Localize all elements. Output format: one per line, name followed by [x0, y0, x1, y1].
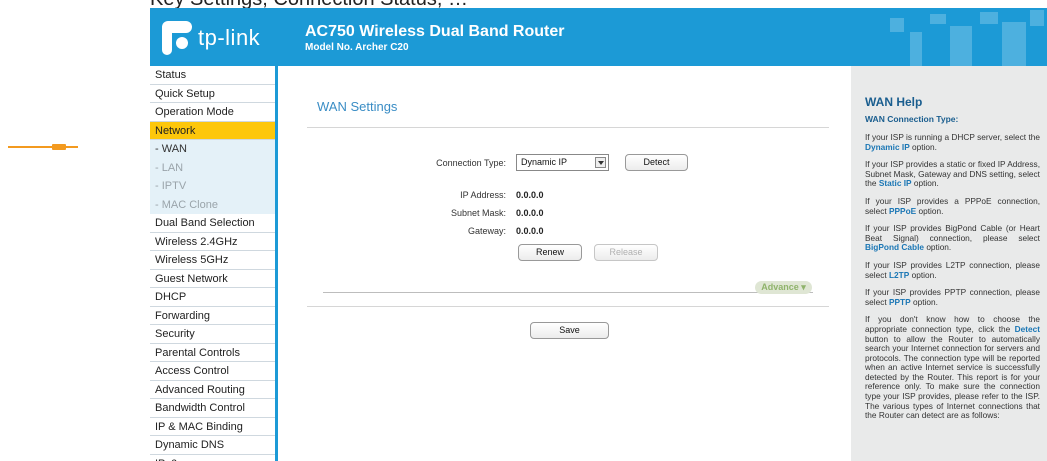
- help-text: option.: [909, 269, 937, 280]
- advance-divider: [323, 292, 813, 293]
- page-title: WAN Settings: [317, 99, 398, 114]
- sidebar-item-operation-mode[interactable]: Operation Mode: [150, 103, 275, 122]
- tp-link-logo: tp-link: [162, 18, 260, 58]
- help-keyword: Detect: [1014, 323, 1040, 334]
- sidebar-item-forwarding[interactable]: Forwarding: [150, 306, 275, 325]
- help-paragraph: If your ISP provides PPTP connection, pl…: [865, 287, 1040, 307]
- ip-address-value: 0.0.0.0: [516, 190, 544, 200]
- subnet-mask-value: 0.0.0.0: [516, 208, 544, 218]
- orange-pointer-line: [8, 146, 78, 148]
- sidebar-item-status[interactable]: Status: [150, 66, 275, 85]
- header-banner: tp-link AC750 Wireless Dual Band Router …: [150, 8, 1047, 66]
- advance-label: Advance: [761, 282, 799, 292]
- help-paragraph: If you don't know how to choose the appr…: [865, 315, 1040, 421]
- submenu-item-wan[interactable]: - WAN: [150, 140, 275, 159]
- submenu-item-iptv[interactable]: - IPTV: [150, 177, 275, 196]
- sidebar-item-access-control[interactable]: Access Control: [150, 362, 275, 381]
- sidebar-item-advanced-routing[interactable]: Advanced Routing: [150, 380, 275, 399]
- sidebar-item-guest-network[interactable]: Guest Network: [150, 269, 275, 288]
- submenu-item-lan[interactable]: - LAN: [150, 158, 275, 177]
- sidebar-item-security[interactable]: Security: [150, 325, 275, 344]
- connection-type-label: Connection Type:: [436, 158, 506, 168]
- advance-toggle[interactable]: Advance ▾: [755, 281, 812, 294]
- help-paragraph: If your ISP provides a static or fixed I…: [865, 159, 1040, 189]
- bottom-divider: [307, 306, 829, 307]
- product-title: AC750 Wireless Dual Band Router: [305, 23, 565, 40]
- detect-button[interactable]: Detect: [625, 154, 688, 171]
- sidebar-item-ip-mac-binding[interactable]: IP & MAC Binding: [150, 417, 275, 436]
- wan-settings-panel: WAN Settings Connection Type: Dynamic IP…: [281, 66, 851, 461]
- help-paragraph: If your ISP is running a DHCP server, se…: [865, 132, 1040, 152]
- release-button[interactable]: Release: [594, 244, 658, 261]
- help-keyword: PPPoE: [888, 205, 917, 216]
- chevron-down-icon[interactable]: [595, 157, 606, 168]
- help-paragraph: If your ISP provides a PPPoE connection,…: [865, 196, 1040, 216]
- subnet-mask-label: Subnet Mask:: [450, 208, 506, 218]
- submenu-item-mac-clone[interactable]: - MAC Clone: [150, 195, 275, 214]
- title-divider: [307, 127, 829, 128]
- sidebar-item-bandwidth-control[interactable]: Bandwidth Control: [150, 399, 275, 418]
- sidebar-item-wireless-5ghz[interactable]: Wireless 5GHz: [150, 251, 275, 270]
- logo-text: tp-link: [198, 25, 261, 50]
- gateway-value: 0.0.0.0: [516, 226, 544, 236]
- sidebar-item-ipv6[interactable]: IPv6: [150, 454, 275, 461]
- sidebar-item-parental-controls[interactable]: Parental Controls: [150, 343, 275, 362]
- help-body: If your ISP is running a DHCP server, se…: [865, 132, 1040, 421]
- sidebar-item-quick-setup[interactable]: Quick Setup: [150, 84, 275, 103]
- help-text: option.: [910, 296, 938, 307]
- help-subtitle: WAN Connection Type:: [865, 114, 959, 124]
- sidebar-item-dhcp[interactable]: DHCP: [150, 288, 275, 307]
- sidebar-item-dual-band-selection[interactable]: Dual Band Selection: [150, 214, 275, 233]
- help-panel: WAN Help WAN Connection Type: If your IS…: [851, 66, 1047, 461]
- sidebar-item-wireless-2-4ghz[interactable]: Wireless 2.4GHz: [150, 232, 275, 251]
- help-keyword: Static IP: [878, 178, 912, 189]
- sidebar-item-network[interactable]: Network: [150, 121, 275, 140]
- ip-address-label: IP Address:: [460, 190, 506, 200]
- help-keyword: BigPond Cable: [865, 242, 925, 253]
- help-keyword: Dynamic IP: [865, 141, 910, 152]
- help-text: If your ISP is running a DHCP server, se…: [865, 132, 1040, 142]
- help-paragraph: If your ISP provides BigPond Cable (or H…: [865, 223, 1040, 253]
- help-text: option.: [924, 242, 952, 253]
- tp-link-logo-icon: [162, 21, 192, 55]
- top-cropped-text: Key Settings, Connection Status, …: [0, 0, 1047, 8]
- sidebar-menu: Status Quick Setup Operation Mode Network - …: [150, 66, 278, 461]
- connection-type-value: Dynamic IP: [521, 157, 568, 167]
- sidebar-item-dynamic-dns[interactable]: Dynamic DNS: [150, 436, 275, 455]
- help-title: WAN Help: [865, 95, 923, 109]
- help-keyword: PPTP: [888, 296, 911, 307]
- help-keyword: L2TP: [888, 269, 910, 280]
- help-text: option.: [916, 205, 944, 216]
- orange-pointer-knob: [52, 144, 66, 150]
- help-text: option.: [909, 141, 937, 152]
- help-text: option.: [911, 178, 939, 189]
- model-number: Model No. Archer C20: [305, 42, 409, 53]
- help-text: If your ISP provides BigPond Cable (or H…: [865, 223, 1040, 243]
- chevron-down-icon: ▾: [801, 282, 806, 292]
- save-button[interactable]: Save: [530, 322, 609, 339]
- help-text: button to allow the Router to automatica…: [865, 333, 1040, 421]
- help-paragraph: If your ISP provides L2TP connection, pl…: [865, 260, 1040, 280]
- gateway-label: Gateway:: [467, 226, 506, 236]
- renew-button[interactable]: Renew: [518, 244, 582, 261]
- connection-type-select[interactable]: Dynamic IP: [516, 154, 609, 171]
- top-cropped-label: Key Settings, Connection Status, …: [150, 0, 468, 8]
